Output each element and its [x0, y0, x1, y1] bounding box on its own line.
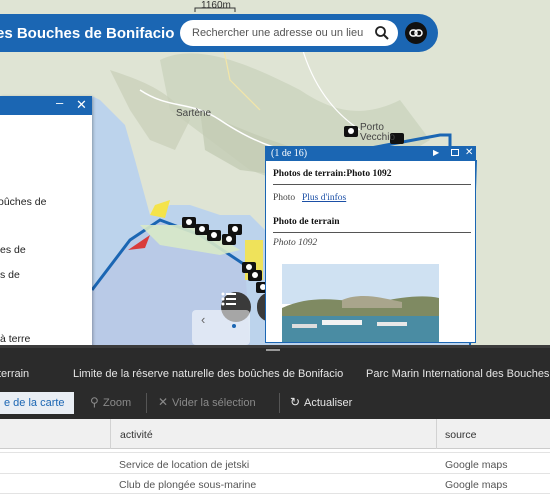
attribute-table-panel: terrain Limite de la réserve naturelle d…	[0, 345, 550, 498]
table-row[interactable]: Service de location de jetski Google map…	[0, 454, 550, 474]
popup-header: (1 de 16) ▶ ✕	[266, 147, 475, 161]
table-header: activité source	[0, 419, 550, 449]
more-info-link[interactable]: Plus d'infos	[302, 193, 346, 203]
field-photo[interactable]	[282, 264, 439, 343]
popup-field-label: Photo	[273, 193, 296, 203]
popup-divider	[273, 184, 471, 185]
close-icon[interactable]: ✕	[76, 97, 87, 113]
legend-text-4: à terre	[0, 333, 31, 345]
share-link-button[interactable]	[405, 22, 427, 44]
filter-by-map-extent-button[interactable]: e de la carte	[0, 392, 74, 414]
tab-limite-reserve[interactable]: Limite de la réserve naturelle des boûch…	[73, 368, 343, 380]
cell-source: Google maps	[445, 459, 508, 471]
search-input[interactable]	[192, 27, 372, 39]
toolbar-separator	[146, 393, 147, 413]
scale-bar-label: 1160m	[201, 0, 231, 11]
zoom-pin-icon: ⚲	[90, 395, 99, 409]
link-icon	[409, 29, 423, 37]
legend-panel-header: – ✕	[0, 95, 92, 115]
app-title: es Bouches de Bonifacio	[0, 24, 175, 42]
legend-text-3: s de	[0, 269, 20, 281]
zoom-button[interactable]: Zoom	[103, 397, 131, 409]
cell-source: Google maps	[445, 479, 508, 491]
resize-handle[interactable]	[266, 349, 280, 351]
clear-selection-icon: ✕	[158, 395, 169, 409]
clear-selection-button[interactable]: Vider la sélection	[172, 397, 256, 409]
carousel-dot[interactable]	[232, 324, 236, 328]
popup-divider	[273, 232, 471, 233]
layer-tabs: terrain Limite de la réserve naturelle d…	[0, 345, 550, 387]
legend-text-1: oûches de	[0, 196, 47, 208]
table-row-partial[interactable]	[0, 449, 550, 453]
place-label-vecchio: Vecchio	[360, 132, 396, 143]
popup-section-value: Photo 1092	[273, 238, 318, 248]
refresh-button[interactable]: Actualiser	[304, 397, 352, 409]
table-row[interactable]: Club de plongée sous-marine Google maps	[0, 474, 550, 494]
app-header: es Bouches de Bonifacio	[0, 14, 438, 52]
column-divider[interactable]	[436, 419, 437, 449]
search-icon[interactable]	[374, 25, 390, 41]
feature-popup: (1 de 16) ▶ ✕ Photos de terrain:Photo 10…	[265, 146, 476, 343]
tab-parc-marin[interactable]: Parc Marin International des Bouches d	[366, 368, 550, 380]
search-box[interactable]	[180, 20, 398, 46]
refresh-icon: ↻	[290, 395, 301, 409]
popup-title: Photos de terrain:Photo 1092	[273, 169, 392, 179]
next-feature-icon[interactable]: ▶	[433, 148, 439, 157]
column-divider[interactable]	[110, 419, 111, 449]
close-icon[interactable]: ✕	[465, 147, 473, 158]
minimize-icon[interactable]: –	[56, 95, 63, 110]
place-label-sartene: Sartène	[176, 108, 212, 119]
column-header-activite[interactable]: activité	[120, 429, 153, 441]
basemap-carousel[interactable]: ‹	[192, 310, 250, 345]
cell-activite: Club de plongée sous-marine	[119, 479, 257, 491]
tab-photos-terrain[interactable]: terrain	[0, 368, 29, 380]
table-toolbar: e de la carte ⚲ Zoom ✕ Vider la sélectio…	[0, 387, 550, 419]
chevron-left-icon[interactable]: ‹	[201, 312, 205, 327]
popup-section-title: Photo de terrain	[273, 217, 340, 227]
popup-feature-count: (1 de 16)	[271, 148, 308, 159]
cell-activite: Service de location de jetski	[119, 459, 250, 471]
list-icon	[221, 292, 236, 306]
maximize-icon[interactable]	[451, 149, 459, 156]
legend-panel: – ✕ oûches de es de s de à terre	[0, 95, 92, 348]
toolbar-separator	[279, 393, 280, 413]
legend-text-2: es de	[0, 244, 26, 256]
column-header-source[interactable]: source	[445, 429, 477, 441]
